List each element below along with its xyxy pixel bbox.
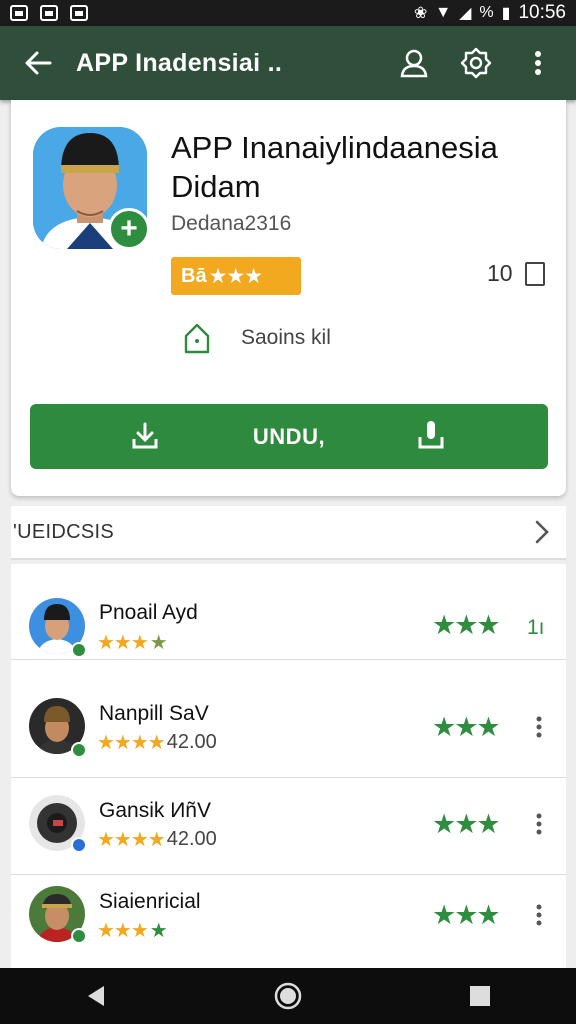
user-badge bbox=[71, 928, 87, 944]
account-button[interactable] bbox=[394, 43, 434, 83]
settings-icon bbox=[460, 47, 492, 79]
settings-button[interactable] bbox=[456, 43, 496, 83]
rating-badge: Bā ★★★ bbox=[171, 257, 301, 295]
rating-badge-stars: ★★★ bbox=[208, 264, 263, 288]
rating-stars: ★★★ bbox=[432, 712, 501, 742]
reviewer-name: Nanpill SaV bbox=[99, 702, 209, 725]
app-info-card: + APP Inanaiylindaanesia Didam Dedana231… bbox=[11, 100, 566, 496]
more-vert-icon bbox=[536, 813, 542, 835]
more-options-button[interactable] bbox=[532, 902, 546, 928]
back-arrow-icon bbox=[25, 51, 52, 75]
notification-icons bbox=[10, 5, 88, 21]
nav-home-button[interactable] bbox=[258, 968, 318, 1024]
signal-icon: ◢ bbox=[459, 5, 472, 22]
nav-back-icon bbox=[88, 986, 104, 1006]
app-name: APP Inanaiylindaanesia Didam bbox=[171, 130, 498, 204]
list-item[interactable]: Pnoail Ayd ★★★ ★ ★★★ 1ı bbox=[11, 564, 566, 660]
clock: 10:56 bbox=[518, 2, 566, 23]
reviewer-name: Siaienricial bbox=[99, 890, 201, 913]
reviews-section-header[interactable]: 'UEIDCSIS bbox=[11, 506, 566, 560]
user-badge bbox=[71, 837, 87, 853]
more-vert-icon bbox=[536, 904, 542, 926]
app-bar: APP Inadensiai .. bbox=[0, 26, 576, 100]
download-icon bbox=[132, 422, 158, 449]
reviewer-stars: ★★★★ bbox=[97, 732, 166, 754]
reviewer-stars: ★★★ bbox=[97, 632, 149, 654]
reviewer-rating: ★★★ ★ bbox=[97, 918, 168, 943]
user-badge bbox=[71, 742, 87, 758]
notification-icon bbox=[40, 5, 58, 21]
nav-recents-icon bbox=[470, 986, 490, 1006]
battery-label: % bbox=[479, 4, 494, 21]
notification-icon bbox=[70, 5, 88, 21]
reviews-list: Pnoail Ayd ★★★ ★ ★★★ 1ı Nanpill SaV ★★★★ 4… bbox=[11, 564, 566, 968]
rating-count: 1ı bbox=[527, 616, 545, 639]
app-developer[interactable]: Dedana2316 bbox=[171, 212, 291, 236]
saving-row: Saoins kil bbox=[183, 322, 331, 354]
notification-icon bbox=[10, 5, 28, 21]
rating-stars: ★★★ bbox=[432, 610, 501, 640]
reviewer-half-star: ★ bbox=[149, 632, 168, 654]
reviewer-rating: ★★★ ★ bbox=[97, 630, 168, 655]
reviewer-rating: ★★★★ 42.00 bbox=[97, 827, 217, 852]
more-options-button[interactable] bbox=[518, 43, 558, 83]
install-label: UNDU, bbox=[252, 423, 326, 449]
section-title: 'UEIDCSIS bbox=[13, 520, 114, 543]
status-bar: ❀ ▼ ◢ % ▮ 10:56 bbox=[0, 0, 576, 26]
count-wrap: 10 bbox=[487, 260, 545, 287]
reviewer-score: 42.00 bbox=[166, 828, 217, 850]
nav-recents-button[interactable] bbox=[450, 968, 510, 1024]
reviewer-score: 42.00 bbox=[166, 731, 217, 753]
system-nav-bar bbox=[0, 968, 576, 1024]
page-title: APP Inadensiai .. bbox=[76, 48, 283, 77]
reviewer-name: Gansik ИñV bbox=[99, 799, 211, 822]
more-options-button[interactable] bbox=[532, 811, 546, 837]
home-icon bbox=[184, 323, 210, 354]
rating-badge-text: Bā bbox=[181, 264, 207, 287]
saving-text: Saoins kil bbox=[241, 326, 331, 349]
reviewer-rating: ★★★★ 42.00 bbox=[97, 730, 217, 755]
more-vert-icon bbox=[536, 716, 542, 738]
count-icon bbox=[524, 261, 545, 286]
more-options-button[interactable] bbox=[532, 714, 546, 740]
back-button[interactable] bbox=[0, 26, 76, 100]
list-item[interactable]: Siaienricial ★★★ ★ ★★★ bbox=[11, 876, 566, 972]
list-item[interactable]: Nanpill SaV ★★★★ 42.00 ★★★ bbox=[11, 682, 566, 778]
device-icon bbox=[418, 421, 444, 449]
more-vert-icon bbox=[535, 51, 541, 75]
install-button[interactable]: UNDU, bbox=[30, 404, 548, 469]
nav-back-button[interactable] bbox=[66, 968, 126, 1024]
plus-icon: + bbox=[120, 212, 138, 245]
battery-icon: ▮ bbox=[501, 5, 511, 22]
rating-stars: ★★★ bbox=[432, 809, 501, 839]
vibrate-icon: ❀ bbox=[413, 5, 428, 22]
reviewer-half-star: ★ bbox=[149, 920, 168, 942]
wifi-icon: ▼ bbox=[435, 4, 452, 21]
status-right: ❀ ▼ ◢ % ▮ 10:56 bbox=[414, 2, 566, 24]
reviewer-name: Pnoail Ayd bbox=[99, 601, 198, 624]
reviewer-stars: ★★★★ bbox=[97, 829, 166, 851]
count-value: 10 bbox=[487, 260, 513, 286]
account-icon bbox=[400, 49, 428, 78]
reviewer-stars: ★★★ bbox=[97, 920, 149, 942]
list-item[interactable]: Gansik ИñV ★★★★ 42.00 ★★★ bbox=[11, 779, 566, 875]
rating-stars: ★★★ bbox=[432, 900, 501, 930]
follow-button[interactable]: + bbox=[108, 208, 150, 250]
nav-home-icon bbox=[274, 982, 302, 1010]
user-badge bbox=[71, 642, 87, 658]
chevron-right-icon bbox=[535, 520, 549, 544]
